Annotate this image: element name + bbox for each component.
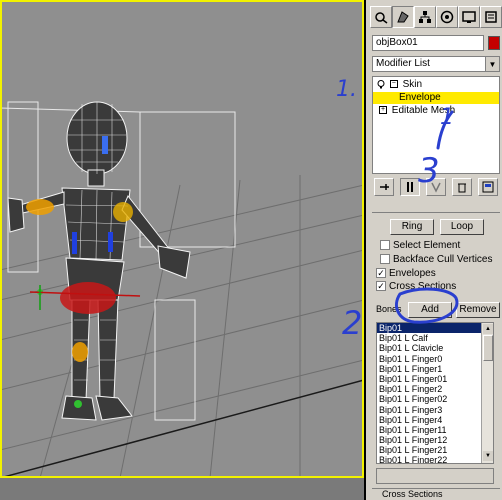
loop-button[interactable]: Loop	[440, 219, 484, 235]
scroll-down-icon[interactable]: ▼	[483, 451, 493, 461]
hierarchy-icon[interactable]	[414, 6, 436, 28]
object-color-swatch[interactable]	[488, 36, 500, 50]
expand-icon[interactable]: +	[379, 106, 387, 115]
remove-bone-button[interactable]: Remove	[456, 302, 500, 318]
stack-toolbar	[372, 178, 500, 198]
checkbox-label: Cross Sections	[389, 281, 457, 292]
scene-canvas	[0, 101, 364, 478]
list-item[interactable]: Bip01 L Finger01	[377, 374, 493, 384]
stack-item-label: Skin	[402, 79, 423, 90]
stack-item-skin[interactable]: − Skin	[373, 79, 499, 91]
modifier-list-label: Modifier List	[376, 58, 430, 69]
list-item[interactable]: Bip01 L Clavicle	[377, 343, 493, 353]
checkbox-label: Select Element	[393, 240, 461, 251]
scrollbar-thumb[interactable]	[483, 335, 493, 361]
list-item[interactable]: Bip01 L Finger3	[377, 405, 493, 415]
lightbulb-icon[interactable]	[377, 79, 385, 89]
scroll-up-icon[interactable]: ▲	[483, 324, 493, 334]
motion-icon[interactable]	[436, 6, 458, 28]
list-item[interactable]: Bip01 L Finger22	[377, 455, 493, 463]
checkmark-icon[interactable]: ✓	[376, 281, 386, 292]
list-item[interactable]: Bip01 L Finger4	[377, 415, 493, 425]
ring-button[interactable]: Ring	[390, 219, 434, 235]
checkmark-icon[interactable]: ✓	[376, 268, 386, 279]
remove-modifier-icon[interactable]	[452, 178, 472, 196]
list-item[interactable]: Bip01 L Finger02	[377, 394, 493, 404]
display-icon[interactable]	[458, 6, 480, 28]
add-bone-button[interactable]: Add	[408, 302, 452, 318]
configure-modifier-sets-icon[interactable]	[478, 178, 498, 196]
checkbox-box[interactable]	[380, 254, 390, 265]
stack-item-editable-mesh[interactable]: + Editable Mesh	[373, 105, 499, 117]
stack-item-envelope[interactable]: Envelope	[373, 92, 499, 104]
bones-label: Bones	[376, 304, 402, 314]
create-icon[interactable]	[370, 6, 392, 28]
command-panel: objBox01 Modifier List ▼ − Skin Envelope…	[368, 0, 502, 500]
checkbox-label: Envelopes	[389, 268, 436, 279]
select-element-checkbox[interactable]: Select Element	[380, 240, 460, 252]
list-item[interactable]: Bip01 L Finger11	[377, 425, 493, 435]
show-end-result-icon[interactable]	[400, 178, 420, 196]
chevron-down-icon[interactable]: ▼	[485, 57, 499, 71]
checkbox-box[interactable]	[380, 240, 390, 251]
list-item[interactable]: Bip01 L Finger2	[377, 384, 493, 394]
cross-sections-group-label: Cross Sections	[372, 488, 500, 500]
ground-grid	[0, 175, 364, 478]
utilities-icon[interactable]	[480, 6, 502, 28]
stack-item-label: Envelope	[399, 92, 441, 103]
list-item[interactable]: Bip01	[377, 323, 493, 334]
envelopes-checkbox[interactable]: ✓ Envelopes	[376, 268, 436, 280]
object-name-field[interactable]: objBox01	[372, 35, 484, 51]
bone-list-scrollbar[interactable]: ▲ ▼	[481, 323, 493, 463]
pin-stack-icon[interactable]	[374, 178, 394, 196]
list-item[interactable]: Bip01 L Finger0	[377, 354, 493, 364]
checkbox-label: Backface Cull Vertices	[393, 254, 493, 265]
list-item[interactable]: Bip01 L Finger21	[377, 445, 493, 455]
list-item[interactable]: Bip01 L Finger12	[377, 435, 493, 445]
command-panel-tabs	[368, 6, 502, 28]
modify-icon[interactable]	[392, 6, 414, 28]
grid-axis	[0, 379, 364, 478]
viewport-bottom-bar	[0, 478, 364, 500]
backface-cull-checkbox[interactable]: Backface Cull Vertices	[380, 254, 493, 266]
modifier-list-dropdown[interactable]: Modifier List ▼	[372, 56, 500, 72]
cross-section-field[interactable]	[376, 468, 494, 484]
perspective-viewport[interactable]	[0, 0, 366, 500]
list-item[interactable]: Bip01 L Calf	[377, 333, 493, 343]
collapse-icon[interactable]: −	[389, 80, 398, 89]
make-unique-icon[interactable]	[426, 178, 446, 196]
stack-item-label: Editable Mesh	[391, 105, 456, 116]
bone-list[interactable]: Bip01 Bip01 L Calf Bip01 L Clavicle Bip0…	[376, 322, 494, 464]
list-item[interactable]: Bip01 L Finger1	[377, 364, 493, 374]
cross-sections-checkbox[interactable]: ✓ Cross Sections	[376, 281, 456, 293]
modifier-stack[interactable]: − Skin Envelope + Editable Mesh	[372, 76, 500, 174]
